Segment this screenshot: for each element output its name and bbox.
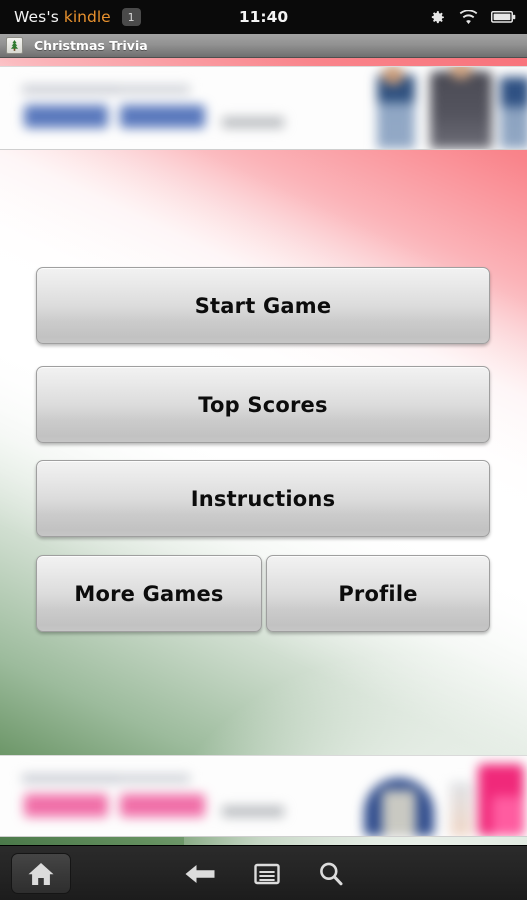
ad-subtext-line: [222, 806, 284, 817]
ad-headline-word-1: [24, 794, 108, 817]
home-button[interactable]: [11, 853, 71, 894]
system-navigation-bar: [0, 845, 527, 900]
ad-image-group: [302, 756, 527, 836]
ad-headline-word-1: [24, 105, 108, 128]
app-title-label: Christmas Trivia: [34, 38, 148, 53]
wifi-icon[interactable]: [459, 9, 478, 25]
start-game-button[interactable]: Start Game: [36, 267, 490, 344]
instructions-button[interactable]: Instructions: [36, 460, 490, 537]
home-icon: [27, 861, 55, 887]
status-bar-indicators: [429, 9, 516, 26]
ad-figure-2: [450, 782, 472, 836]
app-title-bar: Christmas Trivia: [0, 34, 527, 58]
notification-count-badge[interactable]: 1: [121, 8, 141, 26]
top-scores-button[interactable]: Top Scores: [36, 366, 490, 443]
christmas-tree-icon: [6, 37, 23, 54]
bottom-ad-banner[interactable]: [0, 755, 527, 837]
ad-figure-1-head: [382, 67, 404, 85]
background-highlight: [0, 58, 527, 845]
ad-tagline-line-2: [118, 774, 190, 783]
gear-icon[interactable]: [429, 9, 446, 26]
ad-image-group: [302, 67, 527, 149]
top-ad-content: [0, 67, 527, 149]
search-icon[interactable]: [318, 861, 344, 887]
menu-icon[interactable]: [253, 862, 280, 886]
navigation-icons: [0, 846, 527, 900]
device-owner-label: Wes's: [14, 8, 59, 26]
battery-icon[interactable]: [491, 10, 516, 24]
ad-headline-word-2: [120, 794, 205, 817]
ad-headline-word-2: [120, 105, 205, 128]
ad-subtext-line: [222, 117, 284, 128]
status-bar-account[interactable]: Wes's kindle 1: [0, 8, 141, 26]
back-arrow-icon[interactable]: [184, 862, 216, 886]
main-menu: Start Game Top Scores Instructions More …: [0, 58, 527, 845]
ad-tagline-line-2: [118, 85, 190, 94]
ad-figure-3: [500, 77, 527, 149]
device-screen: Wes's kindle 1 11:40 Christmas Trivia St…: [0, 0, 527, 900]
top-ad-banner[interactable]: [0, 66, 527, 150]
more-games-button[interactable]: More Games: [36, 555, 262, 632]
profile-button[interactable]: Profile: [266, 555, 490, 632]
ad-figure-2: [430, 71, 492, 149]
ad-figure-4: [492, 796, 522, 836]
ad-figure-1-base: [382, 790, 416, 836]
ad-figure-1: [377, 75, 415, 149]
status-bar: Wes's kindle 1 11:40: [0, 0, 527, 34]
app-content-area: Start Game Top Scores Instructions More …: [0, 58, 527, 845]
device-brand-label: kindle: [63, 8, 111, 26]
bottom-ad-content: [0, 756, 527, 836]
